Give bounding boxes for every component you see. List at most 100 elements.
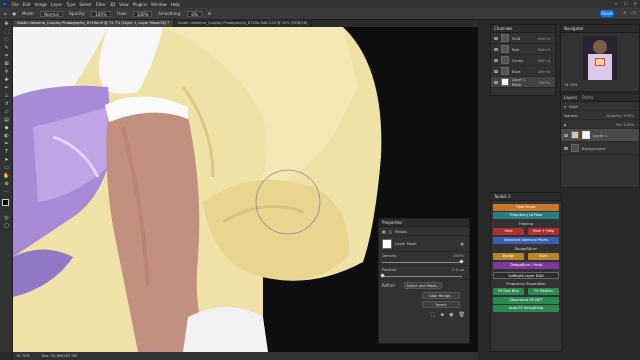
menu-view[interactable]: View	[119, 2, 129, 7]
history-brush-icon[interactable]: ↺	[2, 101, 11, 108]
burn-button[interactable]: Burn	[528, 253, 559, 260]
menu-plugins[interactable]: Plugins	[133, 2, 147, 7]
channel-row-rgb[interactable]: RGB Ctrl+2	[491, 33, 555, 44]
foreground-color[interactable]	[2, 199, 9, 206]
share-button[interactable]: Share	[600, 10, 614, 17]
minimize-icon[interactable]: —	[614, 1, 618, 6]
menu-3d[interactable]: 3D	[110, 2, 116, 7]
menu-edit[interactable]: Edit	[23, 2, 31, 7]
layer-row-layer1[interactable]: Layer 1	[561, 129, 639, 142]
slider-thumb[interactable]	[459, 258, 464, 264]
path-select-icon[interactable]: ➤	[2, 157, 11, 164]
close-icon[interactable]: ✕	[634, 1, 637, 6]
shape-tool-icon[interactable]: ▭	[2, 165, 11, 172]
frequency-fake-button[interactable]: Frequency to Fake	[493, 212, 559, 219]
maximize-icon[interactable]: ☐	[624, 1, 628, 6]
dodgeburn-help-button[interactable]: DodgeBurn / Help	[493, 262, 559, 269]
screen-mode-icon[interactable]: ▢	[2, 223, 11, 230]
tab-layers[interactable]: Layers	[564, 94, 577, 101]
color-range-button[interactable]: Color Range...	[422, 292, 460, 299]
menu-select[interactable]: Select	[79, 2, 91, 7]
more-tools-icon[interactable]: ⋯	[2, 189, 11, 196]
blur-tool-icon[interactable]: ◆	[2, 125, 11, 132]
auto-fs-smoothing-button[interactable]: Auto FS Smoothing	[493, 305, 559, 312]
home-icon[interactable]: ⌂	[4, 11, 7, 16]
opacity-value[interactable]: 100%	[623, 113, 634, 118]
color-swatches[interactable]	[0, 198, 12, 214]
quick-mask-icon[interactable]: ◎	[2, 215, 11, 222]
add-mask-icon[interactable]: ▣	[460, 241, 464, 246]
heal-help-button[interactable]: Heal + Help	[528, 228, 559, 235]
clone-stamp-icon[interactable]: ⊥	[2, 93, 11, 100]
slider-thumb[interactable]	[380, 272, 385, 278]
select-and-mask-button[interactable]: Select and Mask...	[403, 282, 442, 289]
visibility-eye-icon[interactable]	[494, 69, 498, 73]
pen-tool-icon[interactable]: ✒	[2, 141, 11, 148]
channels-title[interactable]: Channels	[491, 25, 555, 33]
healing-brush-icon[interactable]: ✚	[2, 77, 11, 84]
visibility-eye-icon[interactable]	[564, 146, 568, 150]
channel-row-green[interactable]: Green Ctrl+4	[491, 55, 555, 66]
eyedropper-icon[interactable]: ⚲	[2, 69, 11, 76]
menu-layer[interactable]: Layer	[51, 2, 62, 7]
heal-brush-button[interactable]: Heal Brush	[493, 204, 559, 211]
separated-hf-button[interactable]: Separated HF-NET	[493, 297, 559, 304]
visibility-eye-icon[interactable]: ◉	[449, 312, 453, 318]
crop-tool-icon[interactable]: ⌗	[2, 53, 11, 60]
navigator-title[interactable]: Navigator	[561, 25, 639, 33]
brush-preset-icon[interactable]: ●	[13, 11, 17, 16]
dodge-button[interactable]: Dodge	[493, 253, 524, 260]
blend-mode-select[interactable]: Normal	[564, 113, 578, 118]
channel-row-red[interactable]: Red Ctrl+3	[491, 44, 555, 55]
visibility-eye-icon[interactable]	[494, 47, 498, 51]
lasso-tool-icon[interactable]: ◌	[2, 37, 11, 44]
load-selection-icon[interactable]: ⬚	[431, 312, 436, 318]
zoom-level[interactable]: 74.74%	[16, 354, 30, 358]
move-tool-icon[interactable]: ✥	[2, 21, 11, 28]
menu-window[interactable]: Window	[151, 2, 167, 7]
invert-button[interactable]: Invert	[422, 301, 460, 308]
layer-kind-select[interactable]: Kind	[569, 104, 577, 109]
tab-document-2[interactable]: Dustin Valkema_Cosplay Photography_8749e…	[174, 20, 313, 27]
settings-gear-icon[interactable]: ⚙	[208, 11, 212, 16]
selective-pixels-button[interactable]: Selective Identical Pixels	[493, 237, 559, 244]
brush-tool-icon[interactable]: ✏	[2, 85, 11, 92]
type-tool-icon[interactable]: T	[2, 149, 11, 156]
hand-tool-icon[interactable]: ✋	[2, 173, 11, 180]
flow-field[interactable]: 100%	[132, 10, 153, 17]
pixel-mask-icon[interactable]: ▦	[382, 229, 386, 234]
delete-mask-icon[interactable]: 🗑︎	[459, 312, 465, 318]
visibility-eye-icon[interactable]	[564, 133, 568, 137]
layer-mask-thumbnail[interactable]	[582, 131, 590, 139]
mode-select[interactable]: Normal	[40, 10, 63, 17]
search-icon[interactable]: ⌕	[623, 10, 626, 16]
softlight-db-button[interactable]: Softlight Layer D&B	[493, 272, 559, 279]
visibility-eye-icon[interactable]	[494, 36, 498, 40]
tab-document-1[interactable]: Dustin Valkema_Cosplay Photography_8749e…	[13, 20, 175, 27]
menu-image[interactable]: Image	[34, 2, 47, 7]
fs-fast-blur-button[interactable]: FS Fast Blur	[493, 288, 524, 295]
frame-tool-icon[interactable]: ⊠	[2, 61, 11, 68]
apply-mask-icon[interactable]: ◈	[440, 312, 444, 318]
menu-help[interactable]: Help	[171, 2, 180, 7]
gradient-icon[interactable]: ▤	[2, 117, 11, 124]
feather-value[interactable]: 0.0 px	[452, 267, 464, 272]
channel-row-blue[interactable]: Blue Ctrl+5	[491, 66, 555, 77]
layer-row-background[interactable]: Background	[561, 142, 639, 155]
toolkit-title[interactable]: Toolkit 2	[491, 193, 561, 201]
channel-row-mask[interactable]: Layer 1 Mask Ctrl+\	[491, 77, 555, 88]
opacity-field[interactable]: 100%	[91, 10, 111, 17]
filter-search-icon[interactable]: ⌕	[564, 104, 566, 109]
tab-paths[interactable]: Paths	[582, 94, 593, 101]
menu-file[interactable]: File	[12, 2, 19, 7]
quick-select-icon[interactable]: ✎	[2, 45, 11, 52]
density-slider[interactable]	[382, 258, 464, 264]
navigator-preview[interactable]	[583, 36, 617, 80]
properties-title[interactable]: Properties	[379, 219, 469, 227]
vector-mask-icon[interactable]: ◫	[389, 229, 393, 234]
lock-icon[interactable]: 🔒︎	[564, 122, 566, 127]
visibility-eye-icon[interactable]	[494, 80, 498, 84]
heal-button[interactable]: Heal	[493, 228, 524, 235]
eraser-icon[interactable]: ▱	[2, 109, 11, 116]
smoothing-field[interactable]: 0%	[187, 10, 202, 17]
